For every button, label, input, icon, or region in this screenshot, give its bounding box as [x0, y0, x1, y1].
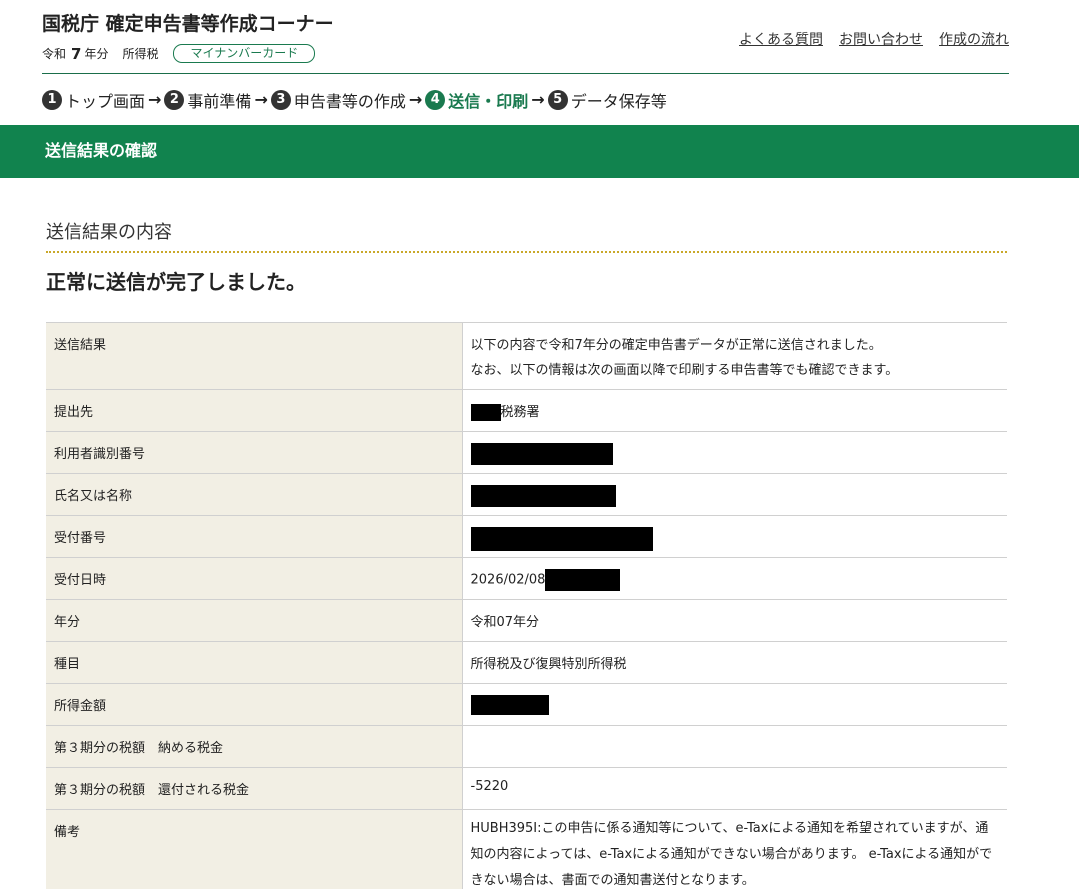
redaction-box — [470, 527, 653, 551]
row-label: 提出先 — [46, 389, 463, 432]
step-save-data: 5 データ保存等 — [547, 88, 667, 112]
row-label: 第３期分の税額 納める税金 — [46, 725, 463, 768]
table-row: 第３期分の税額 還付される税金 -5220 — [46, 767, 1007, 810]
section-title: 送信結果の確認 — [0, 125, 1079, 178]
progress-steps: 1 トップ画面 → 2 事前準備 → 3 申告書等の作成 → 4 送信・印刷 →… — [42, 74, 1079, 125]
step-label: トップ画面 — [65, 91, 146, 111]
arrow-right-icon: → — [531, 90, 545, 109]
faq-link[interactable]: よくある質問 — [739, 29, 823, 49]
table-row: 提出先 税務署 — [46, 389, 1007, 432]
table-row: 氏名又は名称 — [46, 473, 1007, 516]
redaction-box — [470, 404, 501, 421]
row-label: 送信結果 — [46, 322, 463, 390]
step-number: 4 — [425, 89, 446, 110]
year-number: 7 — [71, 44, 82, 63]
row-value: HUBH395I:この申告に係る通知等について、e-Taxによる通知を希望されて… — [462, 809, 1007, 889]
main-content: 送信結果の内容 正常に送信が完了しました。 送信結果 以下の内容で令和7年分の確… — [46, 178, 1007, 889]
result-line-1: 以下の内容で令和7年分の確定申告書データが正常に送信されました。 — [470, 338, 882, 353]
mynumber-card-badge: マイナンバーカード — [173, 44, 316, 63]
redaction-box — [470, 695, 549, 715]
contact-link[interactable]: お問い合わせ — [839, 29, 923, 49]
table-row: 種目 所得税及び復興特別所得税 — [46, 641, 1007, 684]
era-label: 令和 — [42, 47, 67, 61]
step-top: 1 トップ画面 — [42, 88, 145, 112]
header-links: よくある質問 お問い合わせ 作成の流れ — [739, 29, 1009, 49]
result-line-2: なお、以下の情報は次の画面以降で印刷する申告書等でも確認できます。 — [470, 363, 899, 378]
table-row: 年分 令和07年分 — [46, 599, 1007, 642]
row-label: 年分 — [46, 599, 463, 642]
step-create: 3 申告書等の作成 — [270, 88, 406, 112]
row-label: 受付番号 — [46, 515, 463, 558]
arrow-right-icon: → — [148, 90, 162, 109]
table-row: 利用者識別番号 — [46, 431, 1007, 474]
row-value: 令和07年分 — [462, 599, 1007, 642]
results-table: 送信結果 以下の内容で令和7年分の確定申告書データが正常に送信されました。 なお… — [46, 322, 1007, 889]
complete-message: 正常に送信が完了しました。 — [46, 270, 306, 294]
row-value — [462, 725, 1007, 768]
row-label: 備考 — [46, 809, 463, 889]
table-row: 第３期分の税額 納める税金 — [46, 725, 1007, 768]
step-number: 2 — [164, 89, 185, 110]
tax-type: 所得税 — [122, 47, 159, 61]
table-row: 備考 HUBH395I:この申告に係る通知等について、e-Taxによる通知を希望… — [46, 809, 1007, 889]
step-label: データ保存等 — [570, 91, 667, 111]
year-suffix: 年分 — [84, 47, 109, 61]
page-header: 国税庁 確定申告書等作成コーナー 令和 7 年分 所得税 マイナンバーカード よ… — [42, 0, 1009, 74]
row-label: 種目 — [46, 641, 463, 684]
remarks-text: HUBH395I:この申告に係る通知等について、e-Taxによる通知を希望されて… — [470, 821, 993, 888]
step-label: 申告書等の作成 — [293, 91, 406, 111]
row-value — [462, 515, 1007, 558]
row-label: 利用者識別番号 — [46, 431, 463, 474]
redaction-box — [545, 569, 621, 591]
flow-link[interactable]: 作成の流れ — [939, 29, 1009, 49]
redaction-box — [470, 485, 616, 507]
redaction-box — [470, 443, 613, 465]
row-value: -5220 — [462, 767, 1007, 810]
row-label: 第３期分の税額 還付される税金 — [46, 767, 463, 810]
table-row: 受付番号 — [46, 515, 1007, 558]
step-preparation: 2 事前準備 — [164, 88, 251, 112]
row-value — [462, 473, 1007, 516]
row-value: 所得税及び復興特別所得税 — [462, 641, 1007, 684]
arrow-right-icon: → — [254, 90, 268, 109]
step-number: 3 — [270, 89, 291, 110]
table-row: 送信結果 以下の内容で令和7年分の確定申告書データが正常に送信されました。 なお… — [46, 322, 1007, 390]
row-value — [462, 431, 1007, 474]
row-value: 2026/02/08 — [462, 557, 1007, 600]
row-label: 所得金額 — [46, 683, 463, 726]
table-row: 受付日時 2026/02/08 — [46, 557, 1007, 600]
received-date: 2026/02/08 — [470, 572, 546, 588]
row-value: 税務署 — [462, 389, 1007, 432]
arrow-right-icon: → — [408, 90, 423, 109]
step-number: 1 — [42, 89, 62, 110]
step-label: 事前準備 — [187, 91, 252, 111]
table-row: 所得金額 — [46, 683, 1007, 726]
row-label: 氏名又は名称 — [46, 473, 463, 516]
row-value: 以下の内容で令和7年分の確定申告書データが正常に送信されました。 なお、以下の情… — [462, 322, 1007, 390]
office-suffix: 税務署 — [500, 405, 540, 420]
tax-year-line: 令和 7 年分 所得税 マイナンバーカード — [42, 44, 316, 63]
step-send-print: 4 送信・印刷 — [425, 88, 528, 112]
row-label: 受付日時 — [46, 557, 463, 600]
row-value — [462, 683, 1007, 726]
result-heading: 送信結果の内容 — [46, 178, 1007, 253]
app-title: 国税庁 確定申告書等作成コーナー — [42, 13, 334, 35]
step-number: 5 — [547, 89, 568, 110]
step-label: 送信・印刷 — [448, 91, 529, 111]
